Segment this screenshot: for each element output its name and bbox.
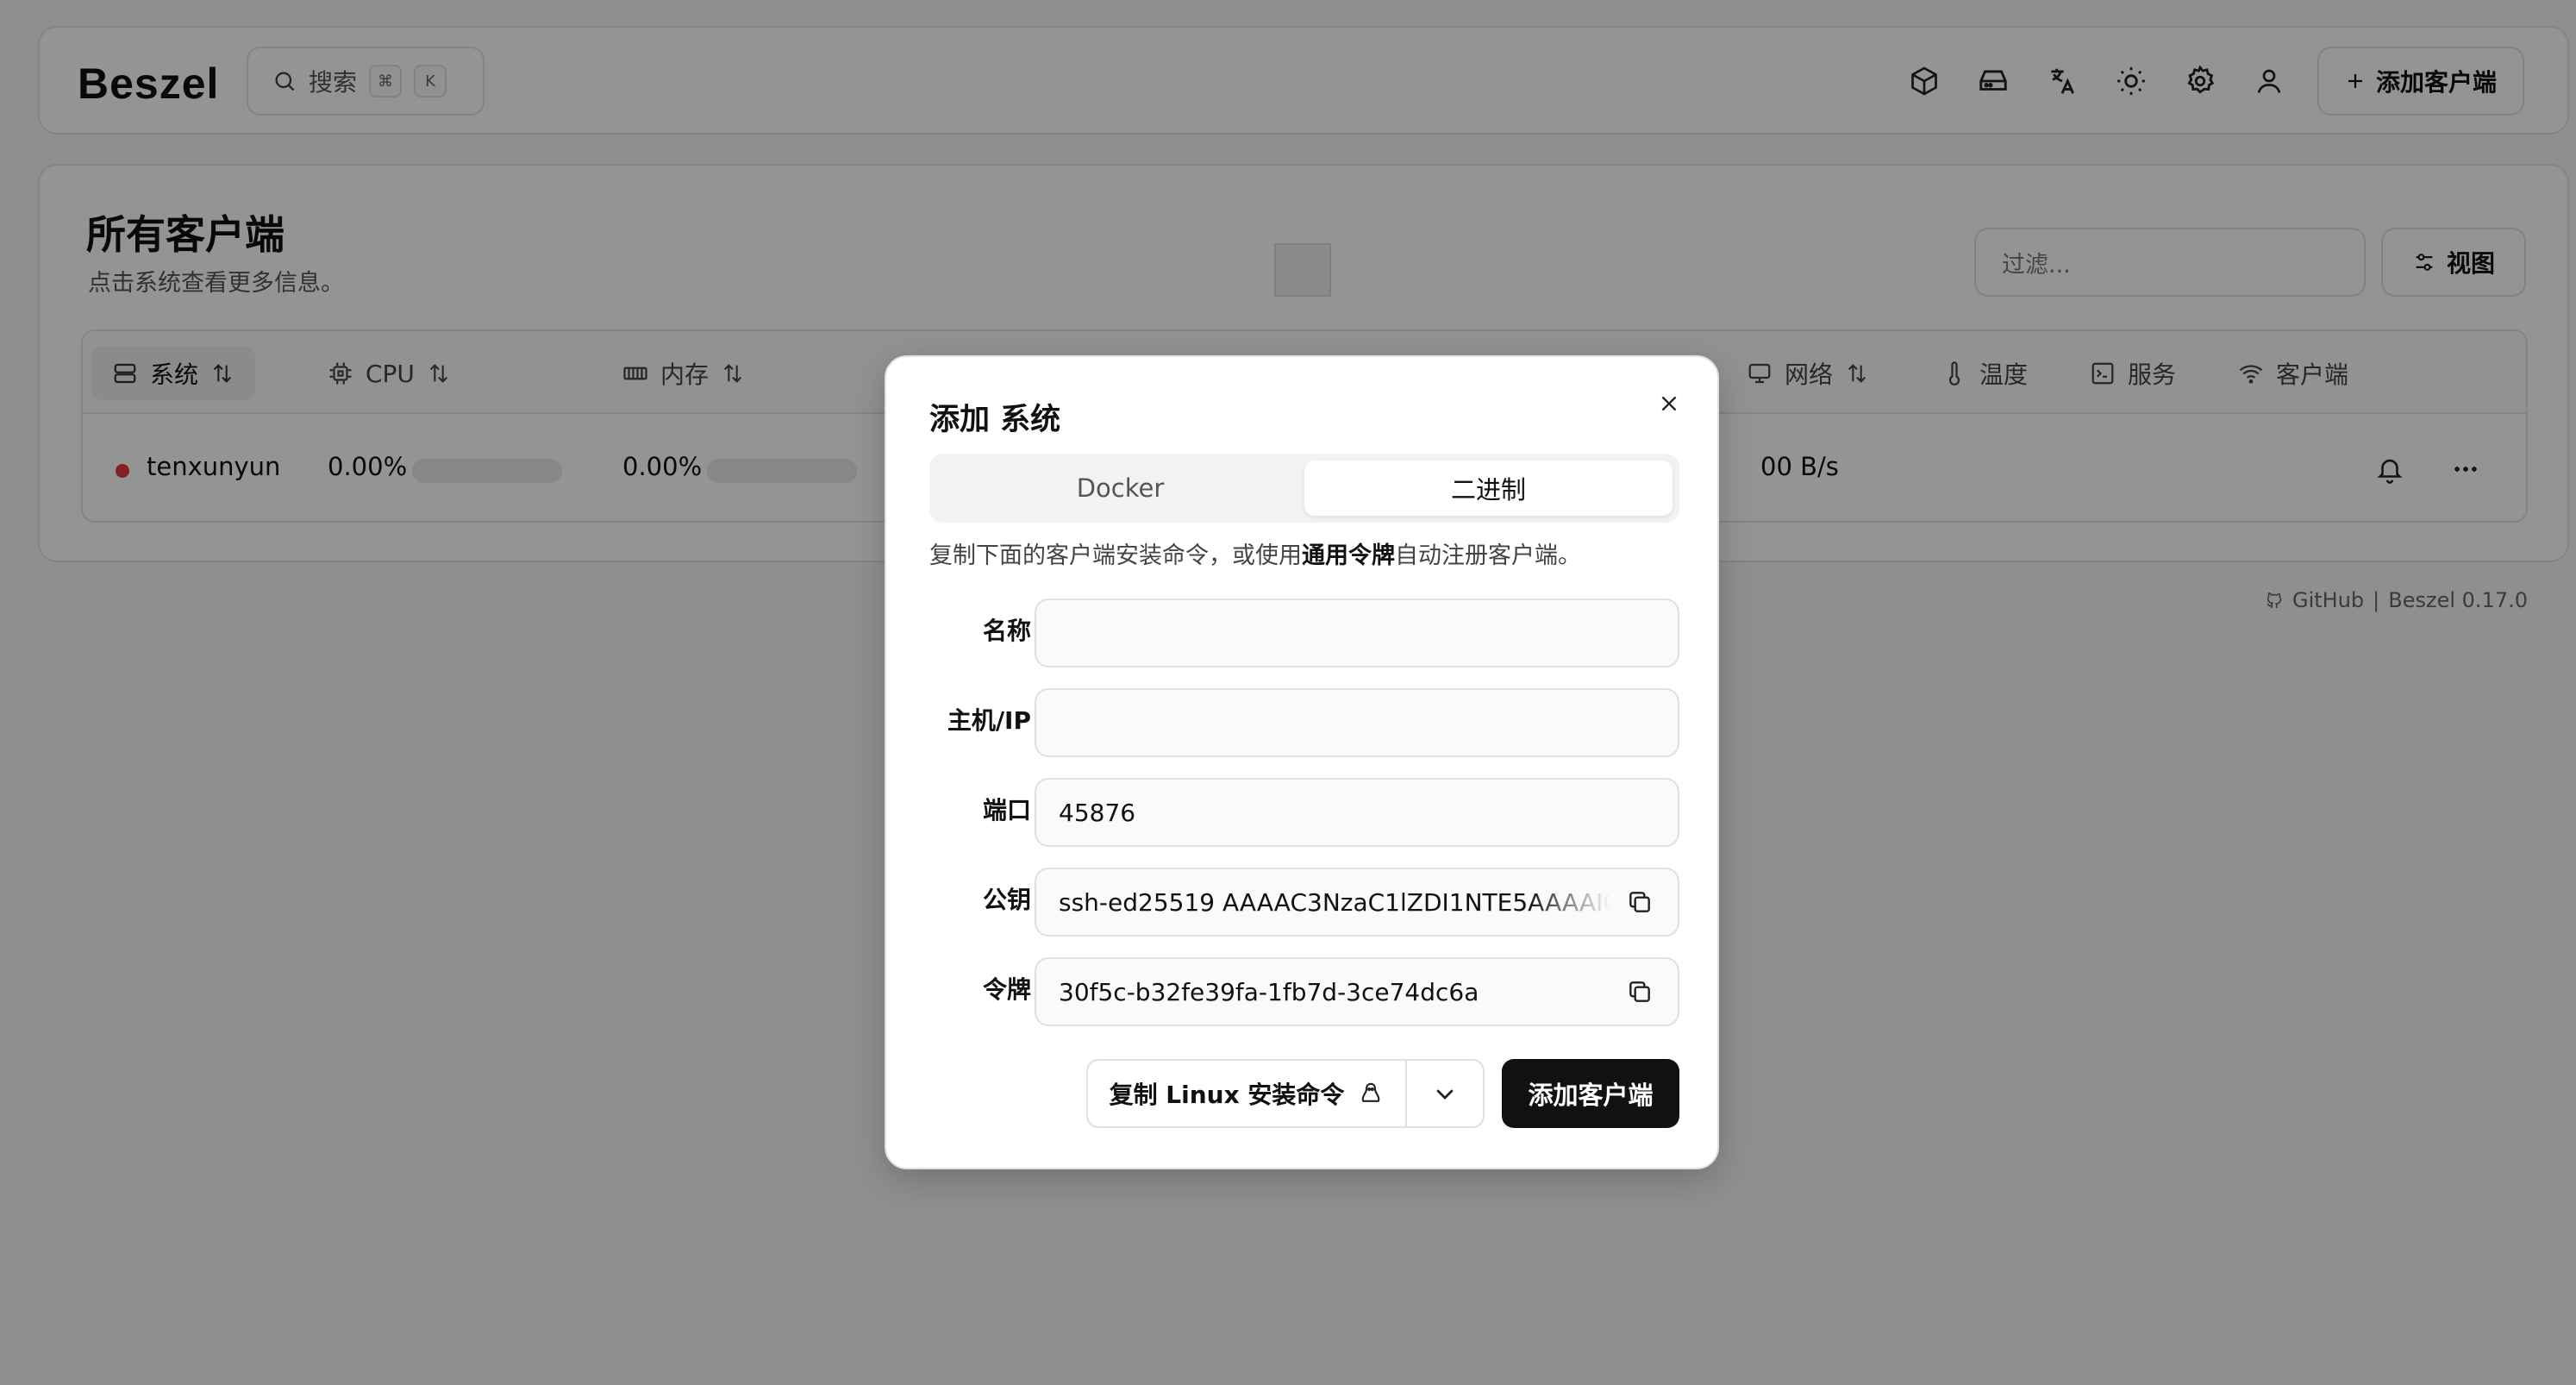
port-input[interactable]: 45876 [1035,778,1679,847]
public-key-value: ssh-ed25519 AAAAC3NzaC1lZDI1NTE5AAAAIGu [1059,887,1610,917]
tab-docker[interactable]: Docker [936,461,1304,516]
token-label: 令牌 [982,975,1031,1004]
name-label: 名称 [982,617,1031,645]
chevron-down-icon[interactable] [1407,1061,1483,1126]
host-label: 主机/IP [947,706,1031,735]
copy-command-label: 复制 Linux 安装命令 [1109,1081,1345,1109]
linux-tux-icon [1362,1082,1380,1102]
dialog-description: 复制下面的客户端安装命令，或使用通用令牌自动注册客户端。 [929,536,1581,570]
add-system-dialog: 添加 系统 Docker 二进制 复制下面的客户端安装命令，或使用通用令牌自动注… [885,355,1719,1169]
token-value: 30f5c-b32fe39fa-1fb7d-3ce74dc6a [1059,977,1479,1006]
public-key-label: 公钥 [982,886,1031,914]
copy-linux-command-button[interactable]: 复制 Linux 安装命令 [1088,1061,1407,1126]
universal-token-link[interactable]: 通用令牌 [1302,542,1395,569]
tab-binary[interactable]: 二进制 [1304,461,1673,516]
add-client-submit-button[interactable]: 添加客户端 [1502,1059,1679,1128]
copy-icon[interactable] [1624,887,1655,918]
dialog-title: 添加 系统 [929,403,1061,437]
page: Beszel 搜索 ⌘ K 添加客户端 所有客户端 点击系统查看更多信息。 过滤… [0,0,2576,1385]
description-text-end: 自动注册客户端。 [1395,542,1581,569]
token-input[interactable]: 30f5c-b32fe39fa-1fb7d-3ce74dc6a [1035,957,1679,1026]
copy-icon[interactable] [1624,976,1655,1007]
description-text: 复制下面的客户端安装命令，或使用 [929,542,1302,569]
name-input[interactable] [1035,598,1679,667]
host-input[interactable] [1035,688,1679,757]
port-value: 45876 [1059,798,1136,827]
public-key-input[interactable]: ssh-ed25519 AAAAC3NzaC1lZDI1NTE5AAAAIGu [1035,868,1679,937]
copy-command-group: 复制 Linux 安装命令 [1086,1059,1485,1128]
install-method-tabs: Docker 二进制 [929,454,1679,523]
close-icon[interactable] [1652,386,1686,421]
port-label: 端口 [982,796,1031,824]
